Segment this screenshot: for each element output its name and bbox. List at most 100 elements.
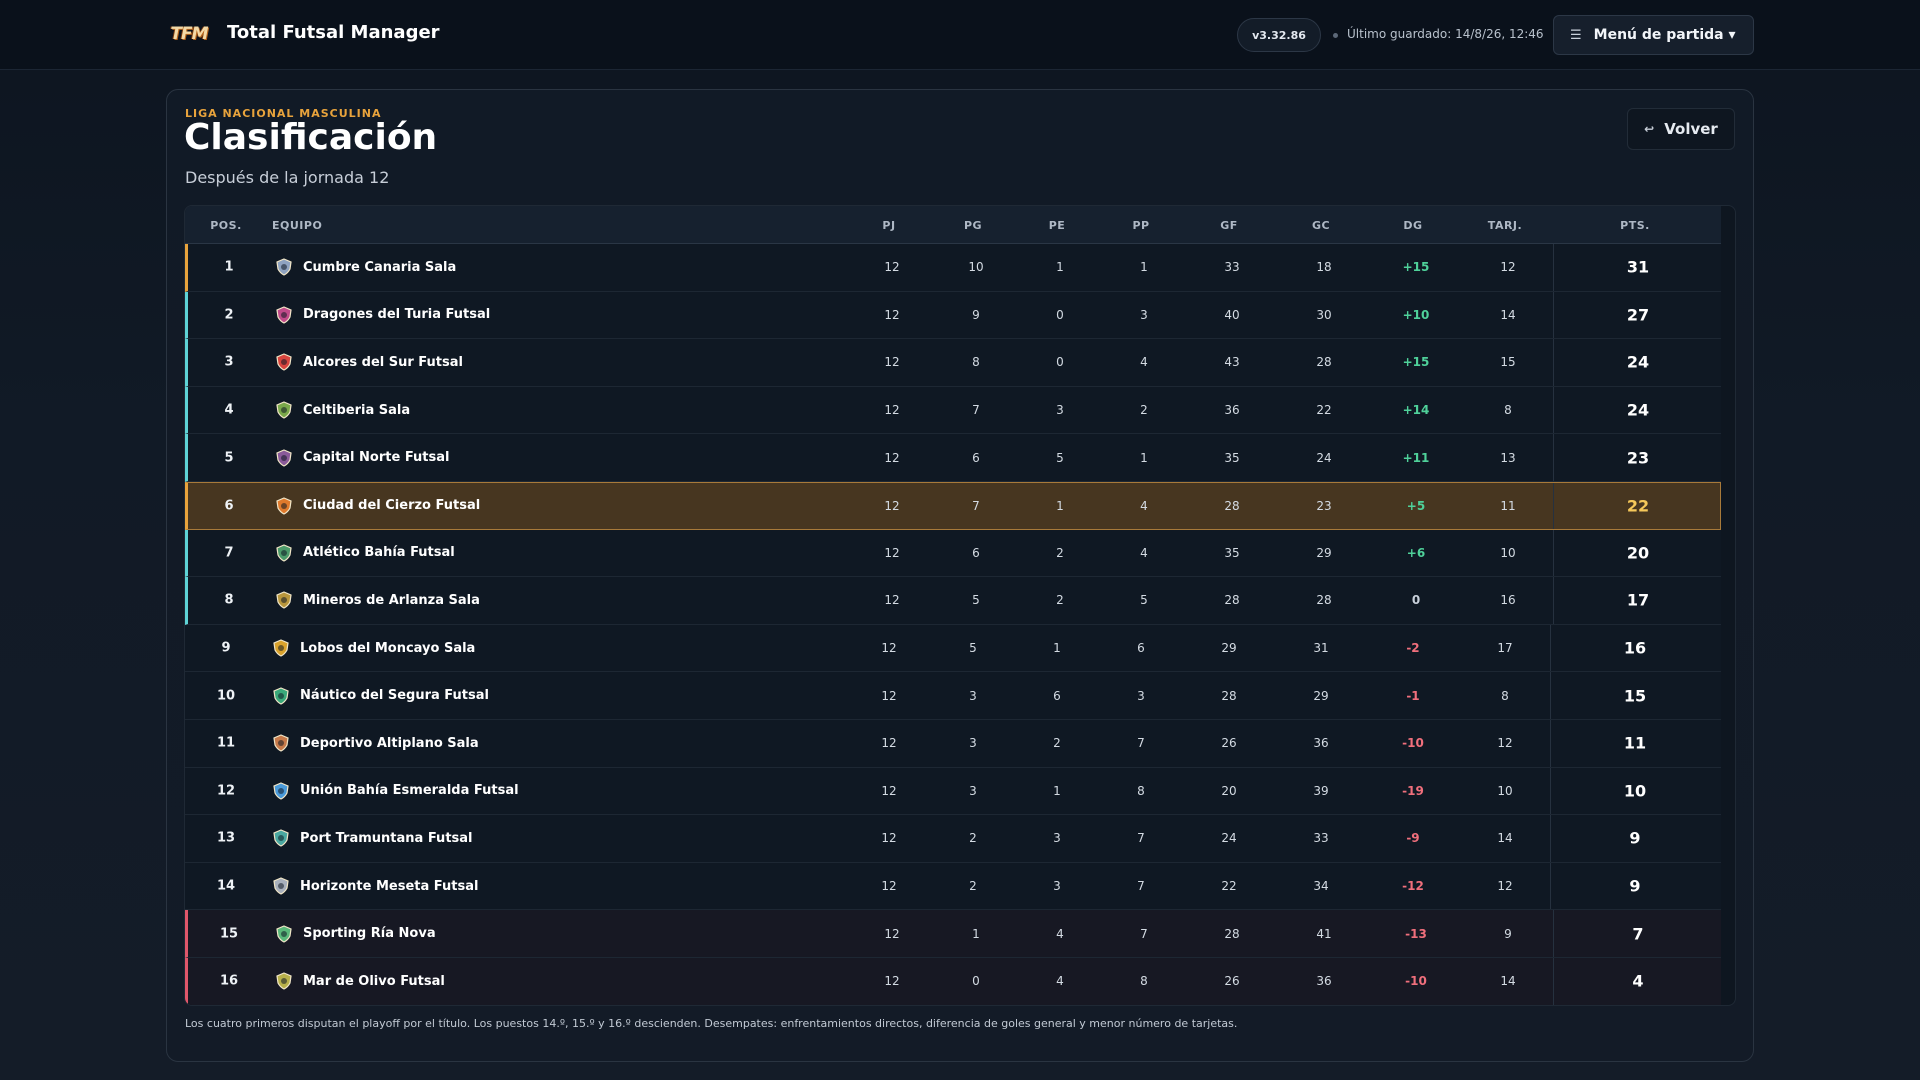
table-row[interactable]: 2 12 9 0 3 40 30 +10 14 27 Dragones del Turia Futs… [185, 291, 1721, 340]
table-row[interactable]: 10 12 3 6 3 28 29 -1 8 15 Náutico del Segura Futsa… [185, 672, 1721, 720]
cell-gf: 28 [1221, 688, 1237, 703]
header-tarj[interactable]: TARJ. [1488, 219, 1522, 232]
table-header: POS. EQUIPO PJ PG PE PP GF GC DG TARJ. P… [185, 206, 1721, 244]
cell-dg: -10 [1402, 736, 1424, 751]
cell-pg: 7 [972, 498, 980, 513]
table-row[interactable]: 13 12 2 3 7 24 33 -9 14 9 Port Tramuntana Futsal [185, 815, 1721, 863]
cell-pp: 1 [1140, 450, 1148, 465]
cell-pos: 6 [224, 498, 234, 514]
cell-pg: 8 [972, 355, 980, 370]
header-dg[interactable]: DG [1403, 219, 1422, 232]
cell-pp: 7 [1140, 926, 1148, 941]
team-cell[interactable]: Capital Norte Futsal [275, 449, 450, 467]
cell-pg: 9 [972, 307, 980, 322]
team-cell[interactable]: Port Tramuntana Futsal [272, 829, 473, 848]
team-cell[interactable]: Unión Bahía Esmeralda Futsal [272, 782, 519, 800]
team-cell[interactable]: Celtiberia Sala [275, 401, 410, 419]
cell-gf: 22 [1221, 879, 1237, 894]
cell-dg: -10 [1405, 974, 1427, 989]
header-pos[interactable]: POS. [210, 219, 242, 232]
cell-gf: 43 [1224, 355, 1240, 370]
header-pj[interactable]: PJ [882, 219, 895, 232]
cell-tarj: 10 [1497, 783, 1513, 798]
cell-dg: -2 [1406, 641, 1420, 656]
table-row[interactable]: 5 12 6 5 1 35 24 +11 13 23 Capital Norte Futsal [185, 434, 1721, 482]
cell-pos: 12 [216, 783, 236, 799]
cell-pg: 3 [969, 783, 977, 798]
table-row[interactable]: 14 12 2 3 7 22 34 -12 12 9 Horizonte Meseta Futsal [185, 862, 1721, 911]
table-row[interactable]: 4 12 7 3 2 36 22 +14 8 24 Celtiberia Sala [185, 386, 1721, 435]
cell-pp: 8 [1137, 783, 1145, 798]
points-column-divider [1550, 815, 1551, 862]
table-row[interactable]: 15 12 1 4 7 28 41 -13 9 7 Sporting Ría Nova [185, 910, 1721, 958]
header-pg[interactable]: PG [964, 219, 982, 232]
cell-tarj: 12 [1500, 260, 1516, 275]
header-pts[interactable]: PTS. [1620, 219, 1650, 232]
cell-pos: 1 [224, 259, 234, 275]
team-crest-icon [275, 972, 293, 990]
table-row[interactable]: 3 12 8 0 4 43 28 +15 15 24 Alcores del Sur Futsal [185, 339, 1721, 387]
cell-pos: 11 [216, 735, 236, 751]
cell-pj: 12 [881, 783, 897, 798]
match-menu-button[interactable]: ☰ Menú de partida ▾ [1553, 15, 1754, 55]
team-cell[interactable]: Atlético Bahía Futsal [275, 544, 455, 562]
cell-dg: +10 [1402, 307, 1430, 322]
cell-gc: 33 [1313, 831, 1329, 846]
cell-dg: +15 [1402, 355, 1430, 370]
team-name: Ciudad del Cierzo Futsal [303, 498, 481, 514]
app-logo: TFM [170, 24, 208, 44]
table-row[interactable]: 1 12 10 1 1 33 18 +15 12 31 Cumbre Canaria Sala [185, 244, 1721, 292]
cell-pg: 2 [969, 879, 977, 894]
team-cell[interactable]: Sporting Ría Nova [275, 925, 436, 943]
cell-pe: 2 [1053, 736, 1061, 751]
team-name: Cumbre Canaria Sala [303, 259, 457, 275]
cell-dg: -12 [1402, 879, 1424, 894]
cell-pe: 3 [1056, 403, 1064, 418]
cell-pts: 24 [1626, 400, 1650, 420]
header-gc[interactable]: GC [1312, 219, 1330, 232]
team-cell[interactable]: Dragones del Turia Futsal [275, 306, 490, 324]
header-pp[interactable]: PP [1132, 219, 1149, 232]
cell-pp: 7 [1137, 736, 1145, 751]
cell-pg: 1 [972, 926, 980, 941]
header-gf[interactable]: GF [1220, 219, 1238, 232]
team-cell[interactable]: Alcores del Sur Futsal [275, 353, 463, 372]
cell-dg: +11 [1402, 450, 1430, 465]
table-row[interactable]: 16 12 0 4 8 26 36 -10 14 4 Mar de Olivo Futsal [185, 958, 1721, 1005]
cell-tarj: 11 [1500, 498, 1516, 513]
team-crest-icon [272, 687, 290, 705]
table-row[interactable]: 8 12 5 2 5 28 28 0 16 17 Mineros de Arlanza Sala [185, 577, 1721, 625]
table-row[interactable]: 7 12 6 2 4 35 29 +6 10 20 Atlético Bahía Futsal [185, 529, 1721, 578]
team-cell[interactable]: Mineros de Arlanza Sala [275, 591, 480, 610]
cell-pts: 22 [1626, 496, 1650, 516]
cell-pos: 3 [224, 354, 234, 370]
team-cell[interactable]: Mar de Olivo Futsal [275, 972, 445, 990]
back-button[interactable]: ↩ Volver [1627, 108, 1735, 150]
team-cell[interactable]: Náutico del Segura Futsal [272, 687, 489, 705]
cell-pj: 12 [881, 831, 897, 846]
points-column-divider [1553, 577, 1554, 624]
cell-gf: 20 [1221, 783, 1237, 798]
team-cell[interactable]: Horizonte Meseta Futsal [272, 877, 478, 895]
team-cell[interactable]: Lobos del Moncayo Sala [272, 639, 475, 657]
team-name: Port Tramuntana Futsal [300, 830, 473, 846]
table-row[interactable]: 12 12 3 1 8 20 39 -19 10 10 Unión Bahía Esmeralda … [185, 767, 1721, 816]
cell-gf: 28 [1224, 593, 1240, 608]
table-row[interactable]: 6 12 7 1 4 28 23 +5 11 22 Ciudad del Cierzo Futsal [185, 482, 1721, 530]
team-cell[interactable]: Ciudad del Cierzo Futsal [275, 497, 480, 515]
points-column-divider [1553, 958, 1554, 1005]
cell-pj: 12 [884, 498, 900, 513]
cell-tarj: 16 [1500, 593, 1516, 608]
team-cell[interactable]: Deportivo Altiplano Sala [272, 734, 479, 752]
cell-pp: 4 [1140, 498, 1148, 513]
header-team[interactable]: EQUIPO [272, 219, 322, 232]
cell-tarj: 9 [1504, 926, 1512, 941]
menu-icon: ☰ [1570, 27, 1582, 43]
cell-gc: 39 [1313, 783, 1329, 798]
table-row[interactable]: 9 12 5 1 6 29 31 -2 17 16 Lobos del Moncayo Sala [185, 624, 1721, 673]
last-saved-text: Último guardado: 14/8/26, 12:46 [1347, 27, 1544, 41]
team-name: Capital Norte Futsal [303, 450, 450, 466]
table-row[interactable]: 11 12 3 2 7 26 36 -10 12 11 Deportivo Altiplano Sa… [185, 720, 1721, 768]
header-pe[interactable]: PE [1049, 219, 1066, 232]
team-cell[interactable]: Cumbre Canaria Sala [275, 258, 456, 276]
